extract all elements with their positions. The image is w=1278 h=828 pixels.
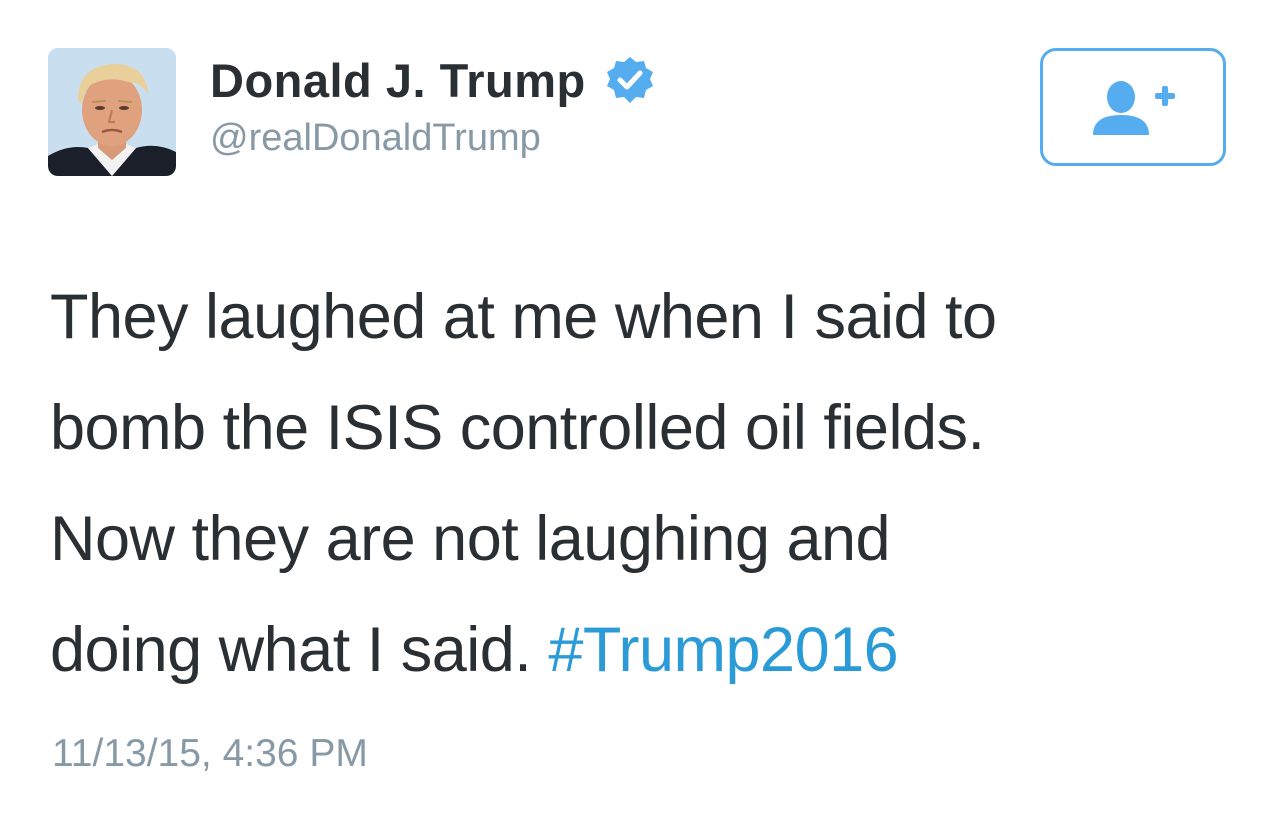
- hashtag-link[interactable]: #Trump2016: [548, 615, 898, 685]
- tweet-text: They laughed at me when I said to bomb t…: [50, 262, 1230, 706]
- tweet-text-line: They laughed at me when I said to: [50, 282, 997, 352]
- tweet-text-line: bomb the ISIS controlled oil fields.: [50, 393, 985, 463]
- avatar[interactable]: [48, 48, 176, 176]
- tweet-card: Donald J. Trump @realDonaldTrump They la…: [0, 0, 1278, 828]
- profile-photo-image: [48, 48, 176, 176]
- tweet-text-line: Now they are not laughing and: [50, 504, 891, 574]
- author-handle[interactable]: @realDonaldTrump: [210, 114, 541, 162]
- author-name-row: Donald J. Trump: [210, 52, 656, 110]
- tweet-timestamp[interactable]: 11/13/15, 4:36 PM: [52, 730, 368, 778]
- follow-button[interactable]: [1040, 48, 1226, 166]
- verified-badge-icon: [604, 55, 656, 107]
- author-display-name[interactable]: Donald J. Trump: [210, 52, 586, 110]
- add-user-icon: [1093, 81, 1175, 135]
- tweet-text-line: doing what I said. #Trump2016: [50, 595, 1230, 706]
- tweet-text-segment: doing what I said.: [50, 615, 549, 685]
